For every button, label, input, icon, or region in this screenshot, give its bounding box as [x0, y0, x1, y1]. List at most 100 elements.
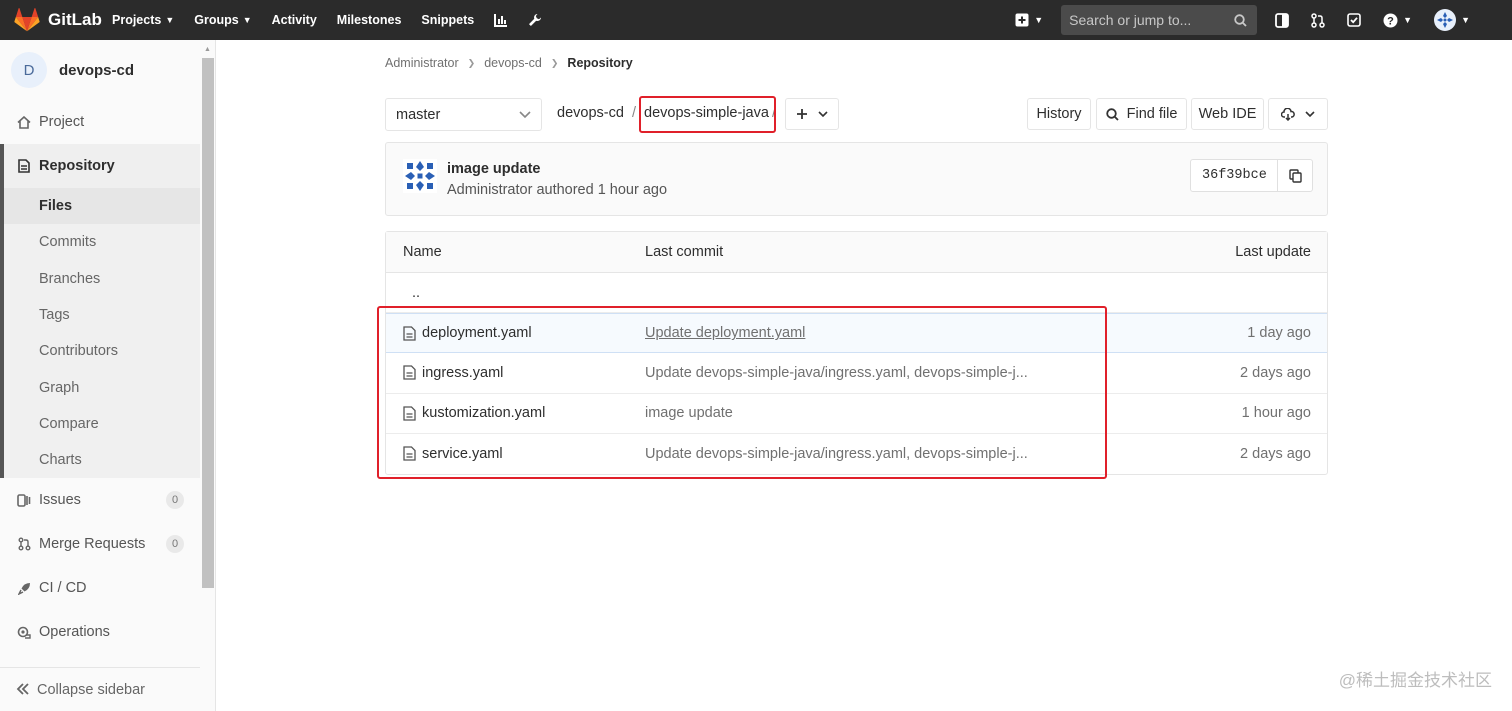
sidebar-scrollbar[interactable]: ▲ — [200, 44, 216, 588]
sidebar-subitem-charts[interactable]: Charts — [0, 442, 200, 478]
cloud-download-icon — [1281, 107, 1295, 121]
file-icon — [403, 406, 416, 421]
history-button[interactable]: History — [1027, 98, 1091, 130]
nav-snippets[interactable]: Snippets — [421, 13, 474, 27]
copy-sha-button[interactable] — [1278, 160, 1312, 191]
sidebar-item-operations[interactable]: Operations — [0, 610, 200, 654]
sidebar-item-issues[interactable]: Issues 0 — [0, 478, 200, 522]
sidebar-item-project[interactable]: Project — [0, 100, 200, 144]
chevron-down-icon — [818, 110, 828, 117]
sidebar-item-merge-requests[interactable]: Merge Requests 0 — [0, 522, 200, 566]
find-file-button[interactable]: Find file — [1096, 98, 1187, 130]
commit-message-link[interactable]: image update — [645, 405, 1097, 421]
gitlab-brand[interactable]: GitLab — [0, 8, 112, 32]
file-link[interactable]: deployment.yaml — [422, 325, 532, 341]
nav-projects-label: Projects — [112, 13, 162, 27]
new-dropdown-button[interactable]: ▼ — [1015, 13, 1043, 27]
todo-check-icon[interactable] — [1347, 13, 1361, 27]
parent-directory-link[interactable]: .. — [386, 285, 420, 301]
file-link[interactable]: ingress.yaml — [422, 365, 503, 381]
sidebar-context-header[interactable]: D devops-cd — [0, 40, 215, 100]
svg-text:?: ? — [1387, 15, 1394, 27]
header-last-commit: Last commit — [645, 244, 724, 260]
nav-activity[interactable]: Activity — [272, 13, 317, 27]
branch-selector[interactable]: master — [385, 98, 542, 131]
chart-icon[interactable] — [494, 13, 508, 27]
path-separator: / — [772, 105, 777, 121]
header-last-update: Last update — [1235, 244, 1311, 260]
user-avatar — [1434, 9, 1457, 31]
sidebar-subitem-graph[interactable]: Graph — [0, 369, 200, 405]
nav-projects[interactable]: Projects ▼ — [112, 13, 174, 27]
commit-sha[interactable]: 36f39bce — [1191, 160, 1278, 191]
sidebar-subitem-branches[interactable]: Branches — [0, 261, 200, 297]
file-name-cell: deployment.yaml — [386, 325, 645, 341]
add-to-tree-dropdown[interactable] — [785, 98, 839, 130]
file-tree-table: Name Last commit Last update .. deployme… — [385, 231, 1328, 475]
repository-submenu: Files Commits Branches Tags Contributors… — [0, 188, 200, 479]
sidebar-subitem-commits[interactable]: Commits — [0, 224, 200, 260]
file-link[interactable]: service.yaml — [422, 446, 503, 462]
path-current-dir[interactable]: devops-simple-java — [644, 105, 769, 121]
web-ide-label: Web IDE — [1198, 106, 1257, 122]
merge-request-icon[interactable] — [1311, 12, 1325, 28]
file-name-cell: kustomization.yaml — [386, 405, 645, 421]
breadcrumb-administrator[interactable]: Administrator — [385, 56, 459, 70]
search-input[interactable] — [1069, 12, 1235, 28]
commit-message-link[interactable]: Update deployment.yaml — [645, 325, 1097, 341]
search-icon — [1105, 107, 1119, 121]
sidebar-subitem-files[interactable]: Files — [0, 188, 200, 225]
document-icon — [16, 158, 32, 174]
sidebar-subitem-contributors[interactable]: Contributors — [0, 333, 200, 369]
issues-count-badge: 0 — [166, 491, 184, 510]
sidebar-item-label: Issues — [39, 492, 81, 509]
nav-groups[interactable]: Groups ▼ — [194, 13, 251, 27]
last-update-time: 2 days ago — [1240, 445, 1311, 462]
collapse-sidebar-button[interactable]: Collapse sidebar — [0, 667, 200, 711]
issues-icon — [16, 492, 32, 508]
sidebar-item-repository[interactable]: Repository — [0, 144, 200, 188]
table-row-parent[interactable]: .. — [386, 273, 1327, 314]
table-row[interactable]: kustomization.yaml image update 1 hour a… — [386, 394, 1327, 434]
last-update-time: 1 day ago — [1247, 325, 1311, 342]
scrollbar-thumb[interactable] — [202, 58, 214, 588]
table-row[interactable]: deployment.yaml Update deployment.yaml 1… — [386, 313, 1327, 354]
commit-title[interactable]: image update — [447, 161, 540, 177]
sidebar-item-label: Merge Requests — [39, 536, 146, 553]
sidebar-toggle-icon[interactable] — [1275, 12, 1290, 28]
scroll-up-arrow-icon[interactable]: ▲ — [204, 46, 211, 53]
file-icon — [403, 365, 416, 381]
double-chevron-left-icon — [16, 682, 30, 698]
nav-snippets-label: Snippets — [421, 13, 475, 27]
sidebar-subitem-compare[interactable]: Compare — [0, 406, 200, 442]
merge-request-icon — [16, 536, 32, 552]
search-icon — [1234, 13, 1247, 27]
help-dropdown[interactable]: ? ▼ — [1383, 13, 1412, 28]
sidebar-subitem-tags[interactable]: Tags — [0, 297, 200, 333]
path-root-link[interactable]: devops-cd — [557, 105, 624, 121]
table-row[interactable]: ingress.yaml Update devops-simple-java/i… — [386, 353, 1327, 394]
commit-message-link[interactable]: Update devops-simple-java/ingress.yaml, … — [645, 446, 1097, 462]
breadcrumb-project[interactable]: devops-cd — [484, 56, 542, 70]
collapse-sidebar-label: Collapse sidebar — [37, 681, 146, 698]
wrench-icon[interactable] — [528, 13, 542, 27]
file-icon — [403, 326, 416, 341]
download-dropdown[interactable] — [1268, 98, 1328, 130]
commit-author-avatar[interactable] — [403, 159, 437, 193]
project-name: devops-cd — [59, 61, 135, 79]
commit-message-link[interactable]: Update devops-simple-java/ingress.yaml, … — [645, 365, 1097, 381]
web-ide-button[interactable]: Web IDE — [1191, 98, 1264, 130]
plus-icon — [797, 109, 807, 119]
history-label: History — [1036, 106, 1082, 122]
breadcrumb-repository[interactable]: Repository — [567, 56, 632, 70]
table-row[interactable]: service.yaml Update devops-simple-java/i… — [386, 434, 1327, 474]
sidebar-item-label: Project — [39, 114, 85, 130]
breadcrumb: Administrator ❯ devops-cd ❯ Repository — [385, 56, 633, 70]
sidebar-item-cicd[interactable]: CI / CD — [0, 566, 200, 610]
user-menu[interactable]: ▼ — [1434, 9, 1470, 31]
find-file-label: Find file — [1126, 106, 1178, 122]
file-link[interactable]: kustomization.yaml — [422, 405, 545, 421]
watermark: @稀土掘金技术社区 — [1338, 671, 1492, 690]
search-box[interactable] — [1061, 5, 1258, 35]
nav-milestones[interactable]: Milestones — [337, 13, 402, 27]
